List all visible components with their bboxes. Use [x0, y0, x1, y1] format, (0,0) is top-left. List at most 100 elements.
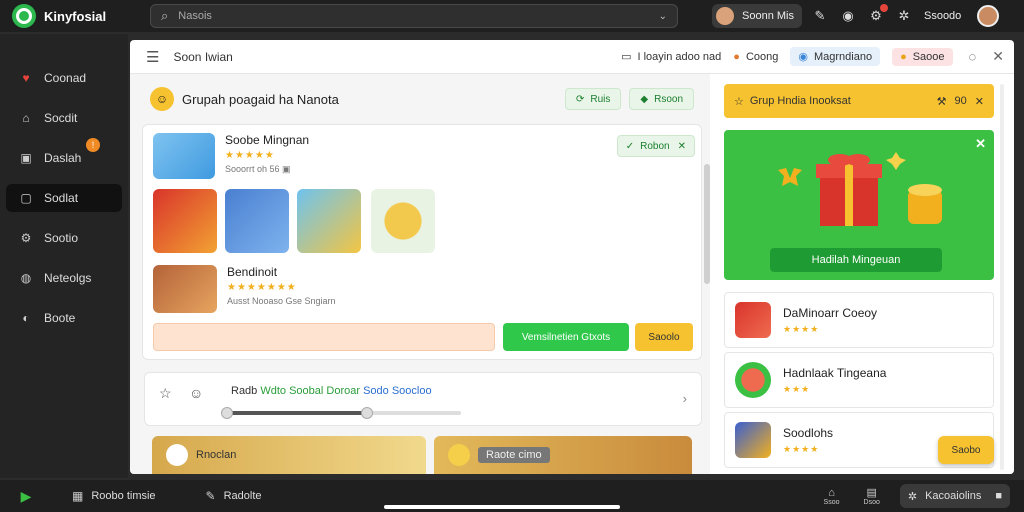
user-avatar[interactable]: [977, 5, 1000, 27]
notification-badge: [879, 4, 888, 12]
sidebar-item-boote[interactable]: ◐ Boote: [6, 304, 122, 332]
taskbar-item-1[interactable]: ▦ Roobo timsie: [72, 489, 156, 503]
tile-badge[interactable]: [371, 189, 435, 253]
taskbar-pill[interactable]: ✲ Kacoaiolins ■: [899, 484, 1010, 508]
progress-slider[interactable]: [221, 407, 461, 419]
feedback-chip[interactable]: ▭ I loayin adoo nad: [621, 50, 721, 64]
avatar-icon: ●: [733, 50, 740, 63]
sidebar-item-neteolgs[interactable]: ◍ Neteolgs: [6, 264, 122, 292]
app-thumbnail: [153, 265, 217, 313]
taskbar-item-label: Radolte: [223, 490, 262, 502]
tile-gift-box[interactable]: [153, 189, 217, 253]
media-player: ☆ ☺ Radb Wdto Soobal Doroar Sodo Soocloo…: [144, 372, 702, 426]
profile-chip[interactable]: ● Coong: [733, 51, 778, 63]
pen-icon[interactable]: ✎: [810, 6, 830, 26]
slider-knob[interactable]: [360, 407, 373, 419]
rewards-header[interactable]: ☆ Grup Hndia Inooksat ⚒ 90 ✕: [724, 84, 994, 118]
slider-knob-start[interactable]: [221, 407, 233, 419]
primary-action-button[interactable]: Vemsilnetien Gtxots: [503, 323, 629, 351]
app-item-first[interactable]: Soobe Mingnan ★★★★★ Sooorrt oh 56 ▣: [153, 133, 309, 179]
account-avatar: [716, 7, 734, 25]
play-store-icon[interactable]: ▶: [16, 486, 36, 506]
account-label: Soonn Mis: [742, 10, 794, 22]
reward-name: Hadnlaak Tingeana: [783, 365, 887, 380]
close-icon[interactable]: ✕: [975, 95, 984, 108]
close-icon[interactable]: ✕: [975, 136, 986, 152]
save-chip-label: Saooe: [912, 50, 945, 63]
gift-icon: [735, 362, 771, 398]
gem-icon: ◆: [640, 93, 649, 105]
app-name: Bendinoit: [227, 265, 278, 279]
tile-coins[interactable]: [297, 189, 361, 253]
taskbar-small-1[interactable]: ⌂ Ssoo: [824, 487, 840, 506]
window-toolbar: ☰ Soon Iwian ▭ I loayin adoo nad ● Coong ◉…: [130, 40, 1014, 74]
magnet-chip[interactable]: ◉ Magrndiano: [790, 47, 881, 66]
chevron-right-icon[interactable]: ›: [683, 391, 687, 406]
reward-item[interactable]: Hadnlaak Tingeana ★★★: [724, 352, 994, 408]
promo-button[interactable]: Hadilah Mingeuan: [770, 248, 942, 272]
banner-left[interactable]: Rnoclan: [152, 436, 426, 474]
right-panel-scrollbar[interactable]: [1000, 84, 1004, 470]
app-item-second[interactable]: Bendinoit ★★★★★★★ Ausst Nooaso Gse Sngia…: [153, 265, 336, 313]
menu-icon[interactable]: ☰: [146, 48, 159, 66]
window-title: Soon Iwian: [173, 49, 233, 64]
sidebar-item-sootio[interactable]: ⚙ Sootio: [6, 224, 122, 252]
notification-icon[interactable]: ⚙: [866, 4, 888, 26]
app-name: Soobe Mingnan: [225, 133, 310, 147]
app-meta: Ausst Nooaso Gse Sngiarn: [227, 296, 336, 306]
sidebar-badge: !: [86, 138, 100, 152]
app-close-chip[interactable]: ✓ Robon ✕: [616, 135, 695, 157]
rating-stars: ★★★★: [783, 443, 820, 454]
group-btn-rsoon[interactable]: ◆ Rsoon: [629, 88, 694, 110]
user-name[interactable]: Ssoodo: [924, 10, 961, 22]
content-scrollbar[interactable]: [704, 164, 710, 284]
app-logo-icon: [12, 4, 36, 28]
help-button[interactable]: ◌: [969, 49, 977, 64]
globe-icon: ◍: [20, 271, 32, 285]
taskbar-small-2[interactable]: ▤ Dsoo: [864, 486, 880, 506]
star-icon[interactable]: ☆: [159, 385, 172, 402]
close-chip-label: Robon: [640, 140, 670, 152]
floating-cta-button[interactable]: Saobo: [938, 436, 994, 464]
sidebar-item-socdit[interactable]: ⌂ Socdit: [6, 104, 122, 132]
search-bar[interactable]: ⌕ ⌄: [150, 4, 678, 28]
close-icon[interactable]: ✕: [678, 141, 686, 152]
rating-stars: ★★★: [783, 383, 811, 394]
calendar-icon: ▤: [866, 487, 877, 499]
stop-icon[interactable]: ■: [995, 490, 1002, 502]
gamepad-icon[interactable]: ◉: [838, 6, 858, 26]
reward-item[interactable]: DaMinoarr Coeoy ★★★★: [724, 292, 994, 348]
sidebar-item-daslah[interactable]: ▣ Daslah !: [6, 138, 122, 172]
close-icon[interactable]: ✕: [992, 48, 1004, 65]
heart-icon: ♥: [22, 71, 30, 85]
banner-right[interactable]: Raote cimo: [434, 436, 692, 474]
message-input[interactable]: [153, 323, 495, 351]
sidebar-item-sodlat[interactable]: ▢ Sodlat: [6, 184, 122, 212]
home-indicator[interactable]: [384, 505, 620, 509]
promo-card: ✕ Hadilah Mingeuan: [724, 130, 994, 280]
group-btn-ruis[interactable]: ⟳ Ruis: [564, 88, 622, 110]
main-content: ☺ Grupah poagaid ha Nanota ⟳ Ruis ◆ Rsoon …: [130, 74, 710, 474]
search-input[interactable]: [178, 10, 659, 22]
reward-name: Soodlohs: [783, 425, 834, 440]
smile-icon[interactable]: ☺: [189, 385, 203, 401]
sidebar-item-label: Daslah: [44, 151, 82, 165]
player-text-2: Wdto Soobal Doroar: [260, 385, 361, 397]
sidebar-item-coonad[interactable]: ♥ Coonad: [6, 64, 122, 92]
save-chip[interactable]: ● Saooe: [892, 47, 953, 66]
banner-label: Rnoclan: [196, 449, 237, 461]
sidebar-item-label: Boote: [44, 311, 76, 325]
slider-fill: [225, 411, 367, 415]
account-switcher[interactable]: Soonn Mis: [712, 4, 802, 28]
player-text-1: Radb: [231, 385, 258, 397]
settings-icon[interactable]: ✲: [894, 6, 914, 26]
coin-icon: ⚒: [936, 95, 947, 108]
tile-character[interactable]: [225, 189, 289, 253]
taskbar-item-2[interactable]: ✎ Radolte: [206, 489, 262, 503]
secondary-action-button[interactable]: Saoolo: [635, 323, 693, 351]
chevron-down-icon[interactable]: ⌄: [659, 11, 667, 22]
magnet-chip-label: Magrndiano: [813, 50, 873, 63]
brand[interactable]: Kinyfosial: [12, 4, 150, 28]
app-meta: Sooorrt oh 56 ▣: [225, 164, 291, 174]
group-title: Grupah poagaid ha Nanota: [182, 91, 339, 107]
